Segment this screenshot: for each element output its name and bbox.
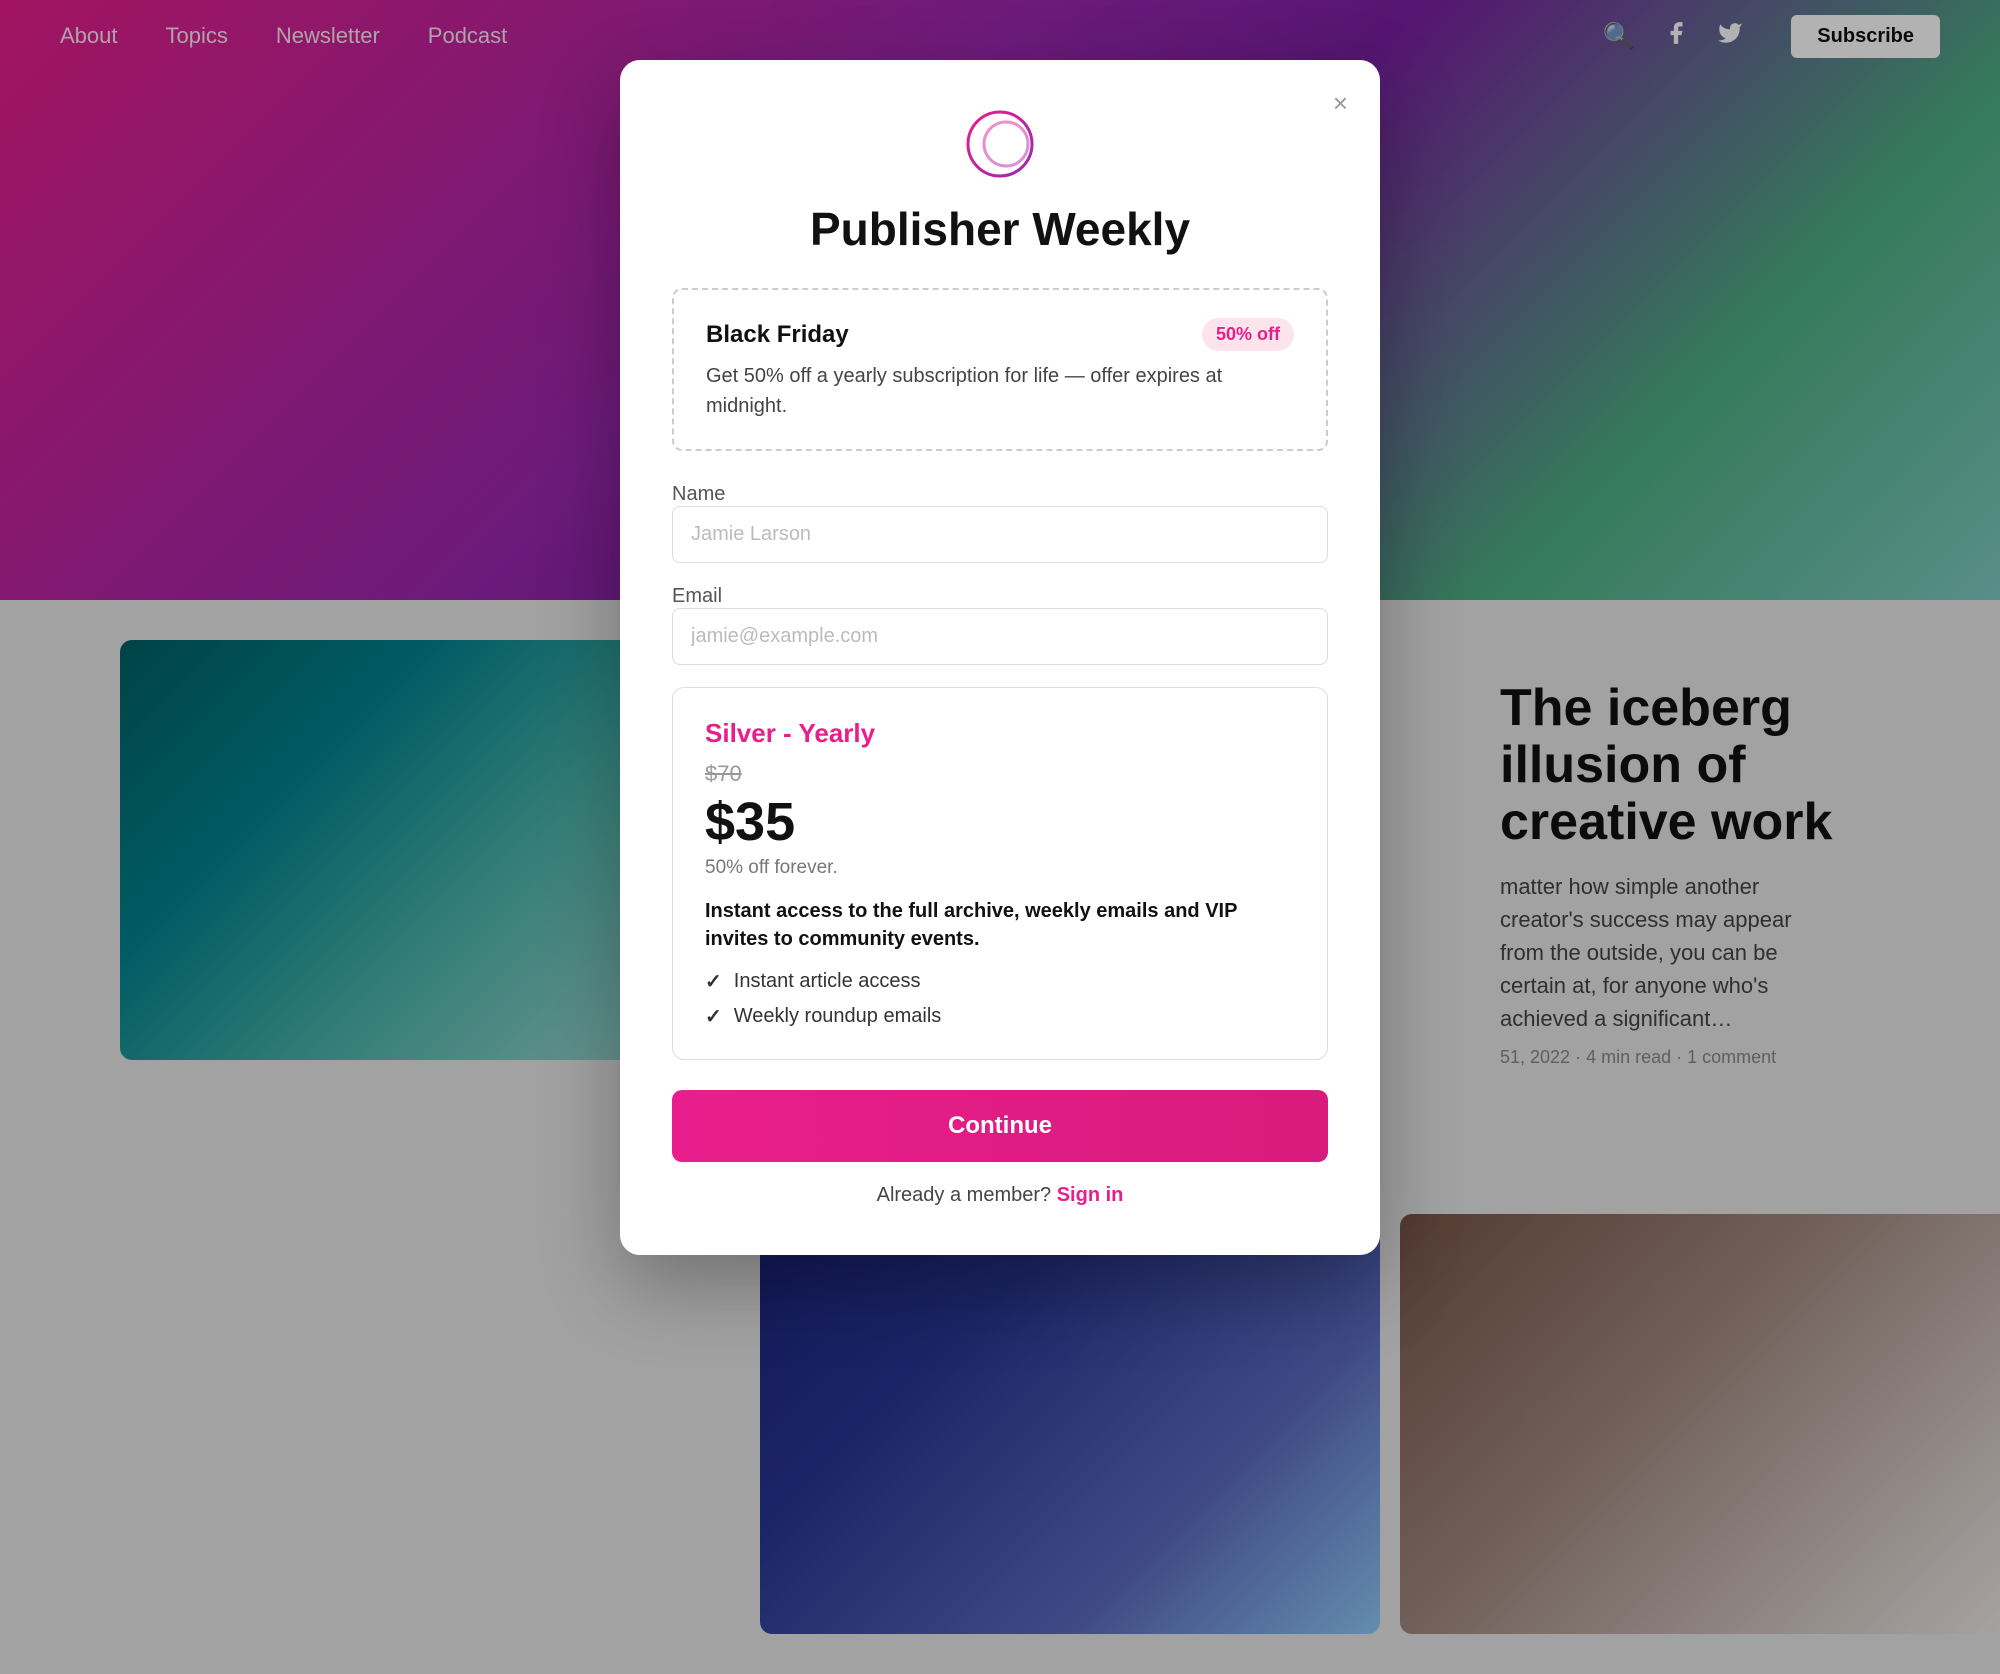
plan-feature-2-label: Weekly roundup emails: [734, 1005, 942, 1028]
promo-header: Black Friday 50% off: [706, 318, 1294, 351]
subscription-modal: × Publisher Weekly Black Friday 50% off …: [620, 60, 1380, 1255]
close-button[interactable]: ×: [1333, 88, 1348, 119]
promo-box: Black Friday 50% off Get 50% off a yearl…: [672, 288, 1328, 451]
plan-feature-1-label: Instant article access: [734, 970, 921, 993]
promo-badge: 50% off: [1202, 318, 1294, 351]
plan-original-price: $70: [705, 761, 1295, 787]
signin-text: Already a member? Sign in: [672, 1184, 1328, 1207]
name-input[interactable]: [672, 506, 1328, 563]
plan-description: Instant access to the full archive, week…: [705, 897, 1295, 953]
plan-name: Silver - Yearly: [705, 718, 1295, 749]
promo-title: Black Friday: [706, 321, 849, 349]
modal-title: Publisher Weekly: [672, 202, 1328, 256]
already-member-text: Already a member?: [877, 1184, 1052, 1206]
continue-button[interactable]: Continue: [672, 1090, 1328, 1162]
plan-discount: 50% off forever.: [705, 857, 1295, 879]
email-label: Email: [672, 585, 722, 607]
email-input[interactable]: [672, 608, 1328, 665]
plan-features: ✓ Instant article access ✓ Weekly roundu…: [705, 969, 1295, 1029]
plan-feature-2: ✓ Weekly roundup emails: [705, 1004, 1295, 1029]
promo-description: Get 50% off a yearly subscription for li…: [706, 361, 1294, 421]
logo-icon: [964, 108, 1036, 180]
plan-card: Silver - Yearly $70 $35 50% off forever.…: [672, 687, 1328, 1060]
check-icon-2: ✓: [705, 1004, 722, 1029]
name-label: Name: [672, 483, 725, 505]
check-icon-1: ✓: [705, 969, 722, 994]
plan-feature-1: ✓ Instant article access: [705, 969, 1295, 994]
signin-link[interactable]: Sign in: [1057, 1184, 1124, 1206]
plan-price: $35: [705, 791, 1295, 853]
logo-container: [672, 108, 1328, 180]
